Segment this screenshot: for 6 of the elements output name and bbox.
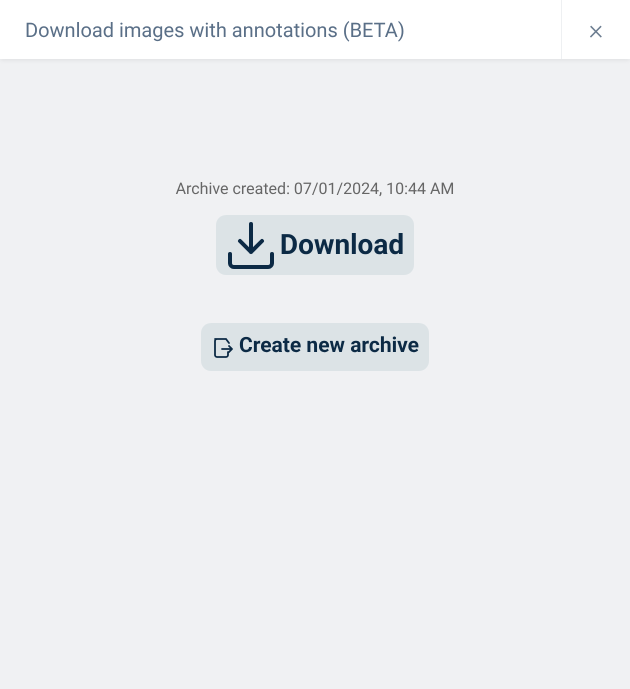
create-archive-button[interactable]: Create new archive xyxy=(200,323,430,371)
download-button[interactable]: Download xyxy=(216,215,414,275)
archive-created-text: Archive created: 07/01/2024, 10:44 AM xyxy=(176,178,454,199)
dialog-title: Download images with annotations (BETA) xyxy=(25,16,405,44)
download-icon xyxy=(226,220,276,270)
close-button[interactable]: × xyxy=(561,0,630,59)
